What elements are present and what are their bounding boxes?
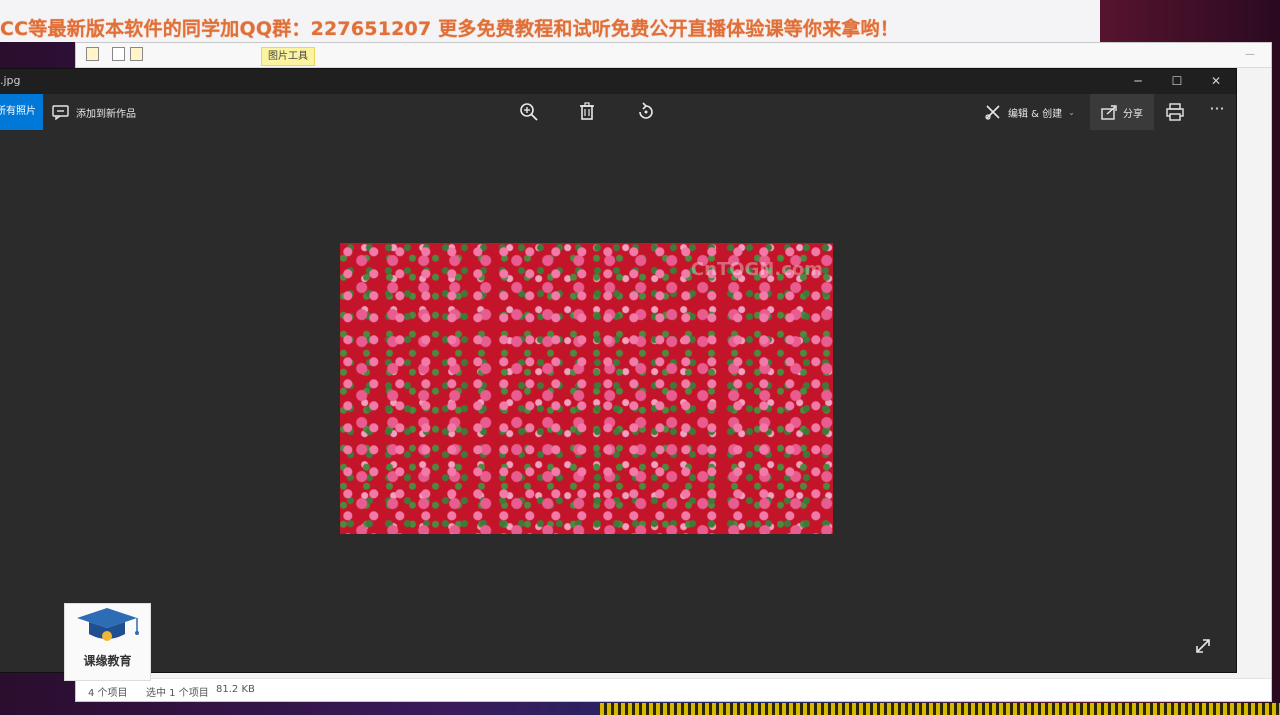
share-label: 分享 (1123, 108, 1143, 120)
full-screen-button[interactable] (1192, 635, 1214, 657)
rotate-icon (639, 102, 653, 119)
zoom-in-icon (520, 103, 538, 121)
share-icon (1101, 105, 1117, 120)
explorer-status-bar: 4 个项目 选中 1 个项目 81.2 KB (76, 678, 1271, 701)
photos-title-bar: .jpg ─ ☐ ✕ (0, 69, 1236, 94)
edit-create-label: 编辑 & 创建 (1008, 108, 1063, 120)
minimize-button[interactable]: ─ (1118, 69, 1158, 94)
new-folder-icon[interactable] (130, 47, 143, 61)
more-options-button[interactable]: ··· (1205, 100, 1229, 124)
minimize-icon[interactable]: — (1245, 49, 1255, 60)
zoom-button[interactable] (517, 100, 541, 124)
more-icon: ··· (1209, 99, 1225, 118)
promo-banner-text: CC等最新版本软件的同学加QQ群：227651207 更多免费教程和试听免费公开… (0, 18, 899, 40)
folder-icon[interactable] (86, 47, 99, 61)
properties-icon[interactable] (112, 47, 125, 61)
printer-icon (1166, 103, 1184, 121)
graduation-cap-icon (77, 608, 139, 641)
photo-watermark: CnTOGN.com (690, 259, 823, 280)
status-selected-count: 选中 1 个项目 (146, 688, 209, 699)
view-all-photos-label: 查看所有照片 (0, 106, 36, 117)
chevron-down-icon: ⌄ (1068, 107, 1075, 117)
photos-command-bar: 查看所有照片 添加到新作品 (0, 94, 1236, 130)
status-item-count: 4 个项目 (88, 688, 128, 699)
share-button[interactable]: 分享 (1090, 94, 1154, 130)
edit-create-button[interactable]: 编辑 & 创建 ⌄ (984, 94, 1075, 130)
picture-tools-tab[interactable]: 图片工具 (261, 47, 315, 66)
delete-button[interactable] (575, 100, 599, 124)
brand-logo-name: 课缘教育 (83, 654, 132, 668)
trash-icon (580, 102, 594, 120)
status-selected-size: 81.2 KB (216, 684, 255, 695)
view-all-photos-button[interactable]: 查看所有照片 (0, 94, 43, 130)
close-button[interactable]: ✕ (1196, 69, 1236, 94)
window-title: .jpg (0, 74, 21, 87)
expand-icon (1196, 639, 1210, 653)
displayed-photo: CnTOGN.com (340, 243, 833, 534)
promo-banner: CC等最新版本软件的同学加QQ群：227651207 更多免费教程和试听免费公开… (0, 0, 1100, 42)
photos-app-window: .jpg ─ ☐ ✕ 查看所有照片 添加到新作品 (0, 69, 1236, 672)
desktop-bottom-strip (600, 703, 1280, 715)
rotate-button[interactable] (634, 100, 658, 124)
explorer-quick-access-toolbar: 图片工具 — (76, 43, 1271, 68)
add-to-creation-button[interactable]: 添加到新作品 (52, 94, 136, 130)
print-button[interactable] (1163, 100, 1187, 124)
maximize-button[interactable]: ☐ (1157, 69, 1197, 94)
add-to-creation-icon (52, 105, 69, 120)
brand-logo: 课缘教育 (64, 603, 151, 681)
edit-create-icon (985, 105, 1000, 120)
add-to-creation-label: 添加到新作品 (76, 108, 136, 120)
